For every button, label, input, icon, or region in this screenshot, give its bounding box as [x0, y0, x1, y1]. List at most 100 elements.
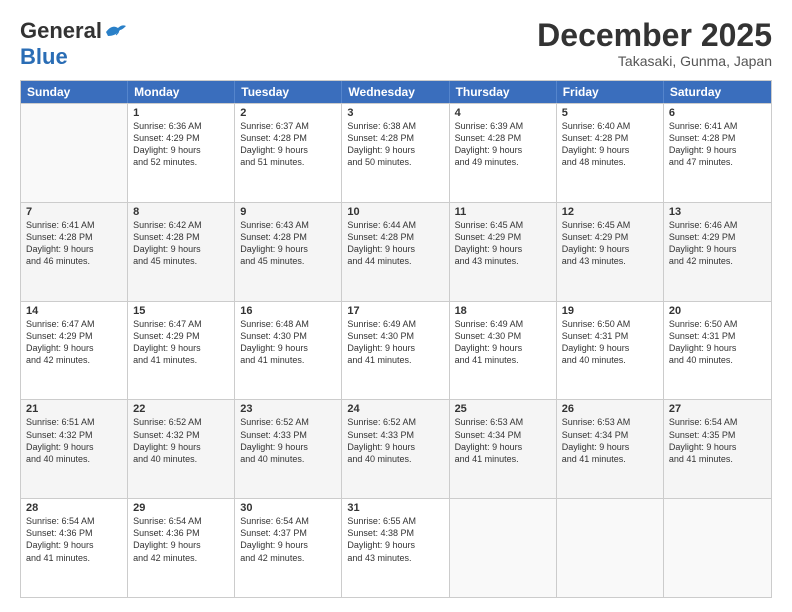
cell-info-line: Sunset: 4:36 PM: [26, 527, 122, 539]
calendar-cell: 17Sunrise: 6:49 AMSunset: 4:30 PMDayligh…: [342, 302, 449, 400]
cell-info-line: Sunset: 4:33 PM: [347, 429, 443, 441]
cell-info-line: Daylight: 9 hours: [26, 342, 122, 354]
day-number: 11: [455, 206, 551, 218]
day-number: 15: [133, 305, 229, 317]
cell-info-line: Daylight: 9 hours: [240, 342, 336, 354]
cell-info-line: and 52 minutes.: [133, 156, 229, 168]
day-number: 2: [240, 107, 336, 119]
weekday-header: Sunday: [21, 81, 128, 103]
day-number: 16: [240, 305, 336, 317]
cell-info-line: Sunset: 4:29 PM: [133, 330, 229, 342]
cell-info-line: Daylight: 9 hours: [669, 441, 766, 453]
cell-info-line: Daylight: 9 hours: [562, 342, 658, 354]
cell-info-line: Sunset: 4:30 PM: [455, 330, 551, 342]
cell-info-line: Sunrise: 6:42 AM: [133, 219, 229, 231]
cell-info-line: Daylight: 9 hours: [240, 243, 336, 255]
cell-info-line: and 40 minutes.: [26, 453, 122, 465]
cell-info-line: and 41 minutes.: [133, 354, 229, 366]
cell-info-line: Sunrise: 6:52 AM: [347, 416, 443, 428]
cell-info-line: Sunrise: 6:54 AM: [26, 515, 122, 527]
day-number: 22: [133, 403, 229, 415]
cell-info-line: Sunrise: 6:49 AM: [347, 318, 443, 330]
day-number: 24: [347, 403, 443, 415]
cell-info-line: Daylight: 9 hours: [347, 342, 443, 354]
calendar-cell: [557, 499, 664, 597]
cell-info-line: and 50 minutes.: [347, 156, 443, 168]
cell-info-line: Daylight: 9 hours: [240, 441, 336, 453]
cell-info-line: Daylight: 9 hours: [133, 342, 229, 354]
cell-info-line: Sunrise: 6:43 AM: [240, 219, 336, 231]
cell-info-line: Sunrise: 6:51 AM: [26, 416, 122, 428]
cell-info-line: Daylight: 9 hours: [669, 243, 766, 255]
cell-info-line: Sunset: 4:32 PM: [26, 429, 122, 441]
cell-info-line: Sunset: 4:28 PM: [26, 231, 122, 243]
cell-info-line: Sunset: 4:28 PM: [669, 132, 766, 144]
cell-info-line: Sunset: 4:30 PM: [347, 330, 443, 342]
cell-info-line: Sunset: 4:34 PM: [562, 429, 658, 441]
calendar-cell: 11Sunrise: 6:45 AMSunset: 4:29 PMDayligh…: [450, 203, 557, 301]
calendar-cell: 20Sunrise: 6:50 AMSunset: 4:31 PMDayligh…: [664, 302, 771, 400]
calendar-cell: 23Sunrise: 6:52 AMSunset: 4:33 PMDayligh…: [235, 400, 342, 498]
cell-info-line: and 41 minutes.: [562, 453, 658, 465]
weekday-header: Tuesday: [235, 81, 342, 103]
cell-info-line: and 41 minutes.: [240, 354, 336, 366]
logo: General Blue: [20, 18, 126, 70]
cell-info-line: and 43 minutes.: [562, 255, 658, 267]
day-number: 13: [669, 206, 766, 218]
cell-info-line: and 41 minutes.: [347, 354, 443, 366]
cell-info-line: Daylight: 9 hours: [562, 243, 658, 255]
calendar-cell: 5Sunrise: 6:40 AMSunset: 4:28 PMDaylight…: [557, 104, 664, 202]
cell-info-line: and 41 minutes.: [455, 354, 551, 366]
cell-info-line: Sunrise: 6:47 AM: [26, 318, 122, 330]
cell-info-line: and 41 minutes.: [26, 552, 122, 564]
cell-info-line: Sunset: 4:28 PM: [347, 132, 443, 144]
weekday-header: Friday: [557, 81, 664, 103]
cell-info-line: and 46 minutes.: [26, 255, 122, 267]
cell-info-line: Sunrise: 6:36 AM: [133, 120, 229, 132]
cell-info-line: and 45 minutes.: [240, 255, 336, 267]
calendar-cell: 15Sunrise: 6:47 AMSunset: 4:29 PMDayligh…: [128, 302, 235, 400]
cell-info-line: Daylight: 9 hours: [562, 441, 658, 453]
calendar-cell: 8Sunrise: 6:42 AMSunset: 4:28 PMDaylight…: [128, 203, 235, 301]
cell-info-line: Daylight: 9 hours: [133, 144, 229, 156]
cell-info-line: Sunrise: 6:50 AM: [562, 318, 658, 330]
cell-info-line: Sunset: 4:36 PM: [133, 527, 229, 539]
page: General Blue December 2025 Takasaki, Gun…: [0, 0, 792, 612]
cell-info-line: Daylight: 9 hours: [455, 144, 551, 156]
calendar-cell: 16Sunrise: 6:48 AMSunset: 4:30 PMDayligh…: [235, 302, 342, 400]
cell-info-line: Sunset: 4:29 PM: [26, 330, 122, 342]
calendar-cell: 6Sunrise: 6:41 AMSunset: 4:28 PMDaylight…: [664, 104, 771, 202]
cell-info-line: Daylight: 9 hours: [347, 243, 443, 255]
cell-info-line: Daylight: 9 hours: [26, 243, 122, 255]
cell-info-line: Daylight: 9 hours: [562, 144, 658, 156]
weekday-header: Thursday: [450, 81, 557, 103]
cell-info-line: Sunset: 4:31 PM: [562, 330, 658, 342]
day-number: 4: [455, 107, 551, 119]
cell-info-line: Sunset: 4:31 PM: [669, 330, 766, 342]
cell-info-line: Sunset: 4:28 PM: [562, 132, 658, 144]
cell-info-line: and 40 minutes.: [240, 453, 336, 465]
cell-info-line: Sunset: 4:38 PM: [347, 527, 443, 539]
cell-info-line: Daylight: 9 hours: [133, 243, 229, 255]
calendar-row: 21Sunrise: 6:51 AMSunset: 4:32 PMDayligh…: [21, 399, 771, 498]
weekday-header: Monday: [128, 81, 235, 103]
calendar-cell: [664, 499, 771, 597]
cell-info-line: and 42 minutes.: [669, 255, 766, 267]
cell-info-line: Sunrise: 6:50 AM: [669, 318, 766, 330]
cell-info-line: Sunrise: 6:47 AM: [133, 318, 229, 330]
cell-info-line: and 43 minutes.: [455, 255, 551, 267]
calendar: SundayMondayTuesdayWednesdayThursdayFrid…: [20, 80, 772, 598]
day-number: 14: [26, 305, 122, 317]
cell-info-line: and 42 minutes.: [26, 354, 122, 366]
calendar-cell: 25Sunrise: 6:53 AMSunset: 4:34 PMDayligh…: [450, 400, 557, 498]
calendar-cell: 22Sunrise: 6:52 AMSunset: 4:32 PMDayligh…: [128, 400, 235, 498]
cell-info-line: Daylight: 9 hours: [347, 144, 443, 156]
calendar-cell: 26Sunrise: 6:53 AMSunset: 4:34 PMDayligh…: [557, 400, 664, 498]
logo-general: General: [20, 18, 102, 44]
cell-info-line: Sunset: 4:29 PM: [133, 132, 229, 144]
day-number: 29: [133, 502, 229, 514]
calendar-row: 14Sunrise: 6:47 AMSunset: 4:29 PMDayligh…: [21, 301, 771, 400]
day-number: 8: [133, 206, 229, 218]
cell-info-line: Daylight: 9 hours: [133, 441, 229, 453]
cell-info-line: Sunrise: 6:54 AM: [133, 515, 229, 527]
